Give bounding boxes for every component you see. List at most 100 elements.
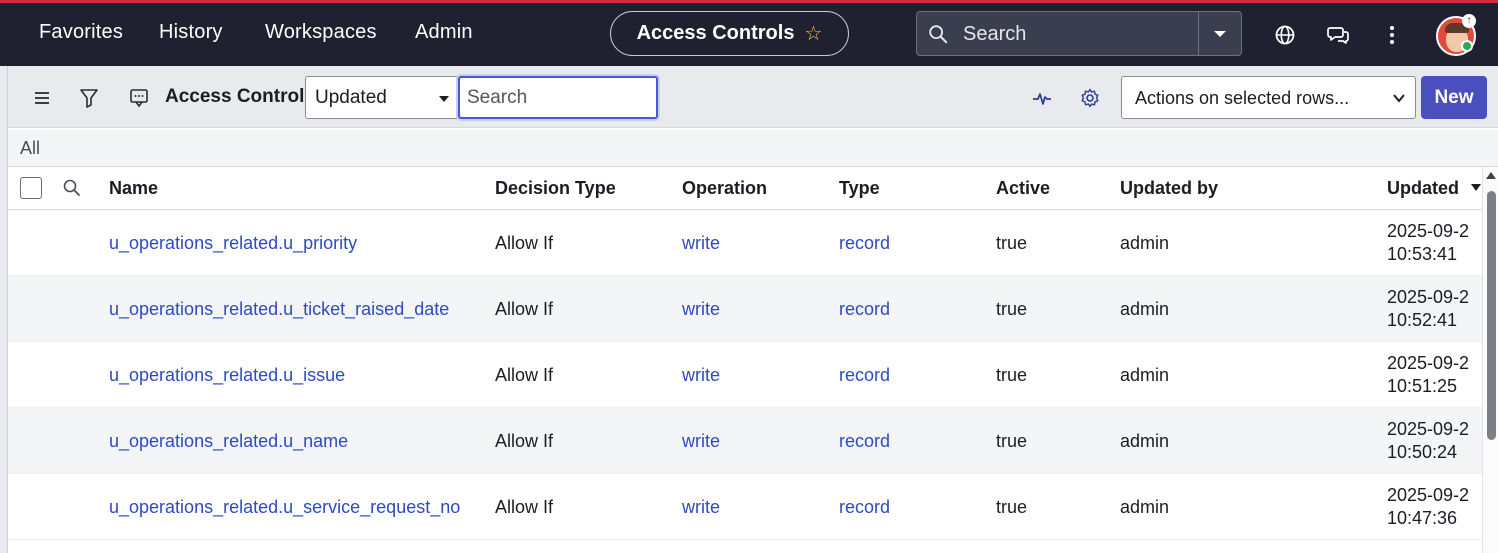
scroll-up-arrow-icon[interactable] — [1486, 172, 1496, 179]
decision-type-cell: Allow If — [495, 431, 554, 451]
record-name-link[interactable]: u_operations_related.u_service_request_n… — [109, 497, 460, 518]
decision-type-cell: Allow If — [495, 497, 554, 517]
type-link[interactable]: record — [839, 365, 890, 386]
updated-by-cell: admin — [1120, 431, 1170, 451]
type-link[interactable]: record — [839, 497, 890, 518]
breadcrumb-all[interactable]: All — [20, 138, 40, 159]
column-header-decision-type[interactable]: Decision Type — [495, 178, 616, 199]
access-controls-table: Name Decision Type Operation Type Active… — [8, 167, 1482, 540]
operation-link[interactable]: write — [682, 497, 720, 518]
updated-time: 10:50:24 — [1387, 442, 1458, 462]
arrow-up-icon: ↑ — [1462, 14, 1476, 28]
presence-indicator — [1461, 40, 1473, 52]
record-name-link[interactable]: u_operations_related.u_ticket_raised_dat… — [109, 299, 449, 320]
updated-date: 2025-09-2 — [1387, 353, 1470, 373]
column-header-updated-by[interactable]: Updated by — [1120, 178, 1218, 199]
search-field-value: Updated — [315, 87, 387, 108]
chevron-down-icon — [1393, 94, 1405, 103]
updated-time: 10:51:25 — [1387, 376, 1458, 396]
filter-icon[interactable] — [78, 87, 100, 109]
nav-favorites[interactable]: Favorites — [39, 21, 123, 44]
record-name-link[interactable]: u_operations_related.u_name — [109, 431, 348, 452]
actions-select-value: Actions on selected rows... — [1135, 88, 1350, 108]
table-row: u_operations_related.u_ticket_raised_dat… — [8, 276, 1482, 342]
search-divider — [1198, 12, 1199, 55]
context-title-pill[interactable]: Access Controls ☆ — [610, 11, 849, 56]
column-header-updated[interactable]: Updated — [1387, 178, 1459, 199]
active-cell: true — [996, 299, 1028, 319]
active-cell: true — [996, 365, 1028, 385]
column-header-active[interactable]: Active — [996, 178, 1050, 199]
star-icon[interactable]: ☆ — [804, 21, 822, 46]
operation-link[interactable]: write — [682, 299, 720, 320]
context-title: Access Controls — [636, 22, 795, 44]
vertical-scrollbar[interactable] — [1482, 167, 1498, 553]
operation-link[interactable]: write — [682, 431, 720, 452]
list-title: Access Controls — [165, 86, 315, 107]
updated-date: 2025-09-2 — [1387, 485, 1470, 505]
table-row: u_operations_related.u_service_request_n… — [8, 474, 1482, 540]
breadcrumb-bar: All — [8, 129, 1498, 167]
updated-cell: 2025-09-2 10:50:24 — [1387, 418, 1482, 464]
globe-icon[interactable] — [1273, 23, 1297, 47]
search-field-select[interactable]: Updated — [305, 76, 458, 119]
activity-icon[interactable] — [1031, 87, 1053, 109]
list-context-icon[interactable] — [128, 87, 150, 109]
updated-date: 2025-09-2 — [1387, 221, 1470, 241]
actions-on-selected-rows-select[interactable]: Actions on selected rows... — [1121, 76, 1416, 119]
search-icon — [929, 25, 948, 44]
updated-by-cell: admin — [1120, 233, 1170, 253]
nav-history[interactable]: History — [159, 21, 223, 44]
list-toolbar: Access Controls Updated Actions on selec… — [8, 66, 1498, 128]
left-window-edge — [0, 66, 8, 553]
updated-cell: 2025-09-2 10:51:25 — [1387, 352, 1482, 398]
updated-by-cell: admin — [1120, 299, 1170, 319]
new-button[interactable]: New — [1421, 76, 1487, 119]
record-name-link[interactable]: u_operations_related.u_priority — [109, 233, 357, 254]
caret-down-icon — [439, 96, 449, 102]
sort-descending-icon[interactable] — [1471, 184, 1481, 191]
operation-link[interactable]: write — [682, 365, 720, 386]
decision-type-cell: Allow If — [495, 299, 554, 319]
updated-cell: 2025-09-2 10:52:41 — [1387, 286, 1482, 332]
type-link[interactable]: record — [839, 431, 890, 452]
more-vertical-icon[interactable] — [1380, 23, 1404, 47]
updated-cell: 2025-09-2 10:53:41 — [1387, 220, 1482, 266]
updated-time: 10:53:41 — [1387, 244, 1458, 264]
column-header-type[interactable]: Type — [839, 178, 880, 199]
updated-date: 2025-09-2 — [1387, 287, 1470, 307]
active-cell: true — [996, 233, 1028, 253]
chevron-down-icon[interactable] — [1211, 25, 1229, 43]
updated-by-cell: admin — [1120, 365, 1170, 385]
column-search-icon[interactable] — [62, 178, 82, 198]
nav-admin[interactable]: Admin — [415, 21, 473, 44]
select-all-checkbox[interactable] — [20, 177, 42, 199]
list-search-input[interactable] — [458, 76, 658, 119]
table-header: Name Decision Type Operation Type Active… — [8, 167, 1482, 210]
table-row: u_operations_related.u_name Allow If wri… — [8, 408, 1482, 474]
type-link[interactable]: record — [839, 299, 890, 320]
updated-time: 10:52:41 — [1387, 310, 1458, 330]
updated-cell: 2025-09-2 10:47:36 — [1387, 484, 1482, 530]
table-row: u_operations_related.u_issue Allow If wr… — [8, 342, 1482, 408]
scrollbar-thumb[interactable] — [1487, 191, 1496, 440]
active-cell: true — [996, 497, 1028, 517]
decision-type-cell: Allow If — [495, 365, 554, 385]
active-cell: true — [996, 431, 1028, 451]
table-row: u_operations_related.u_priority Allow If… — [8, 210, 1482, 276]
record-name-link[interactable]: u_operations_related.u_issue — [109, 365, 345, 386]
settings-icon[interactable] — [1079, 87, 1101, 109]
updated-time: 10:47:36 — [1387, 508, 1458, 528]
decision-type-cell: Allow If — [495, 233, 554, 253]
type-link[interactable]: record — [839, 233, 890, 254]
operation-link[interactable]: write — [682, 233, 720, 254]
global-search-input[interactable]: Search — [963, 23, 1026, 46]
chat-icon[interactable] — [1327, 23, 1351, 47]
column-header-operation[interactable]: Operation — [682, 178, 767, 199]
updated-by-cell: admin — [1120, 497, 1170, 517]
nav-workspaces[interactable]: Workspaces — [265, 21, 377, 44]
menu-icon[interactable] — [31, 87, 53, 109]
top-navigation-bar: Favorites History Workspaces Admin Acces… — [0, 0, 1498, 66]
column-header-name[interactable]: Name — [109, 178, 158, 199]
global-search[interactable]: Search — [916, 11, 1242, 56]
